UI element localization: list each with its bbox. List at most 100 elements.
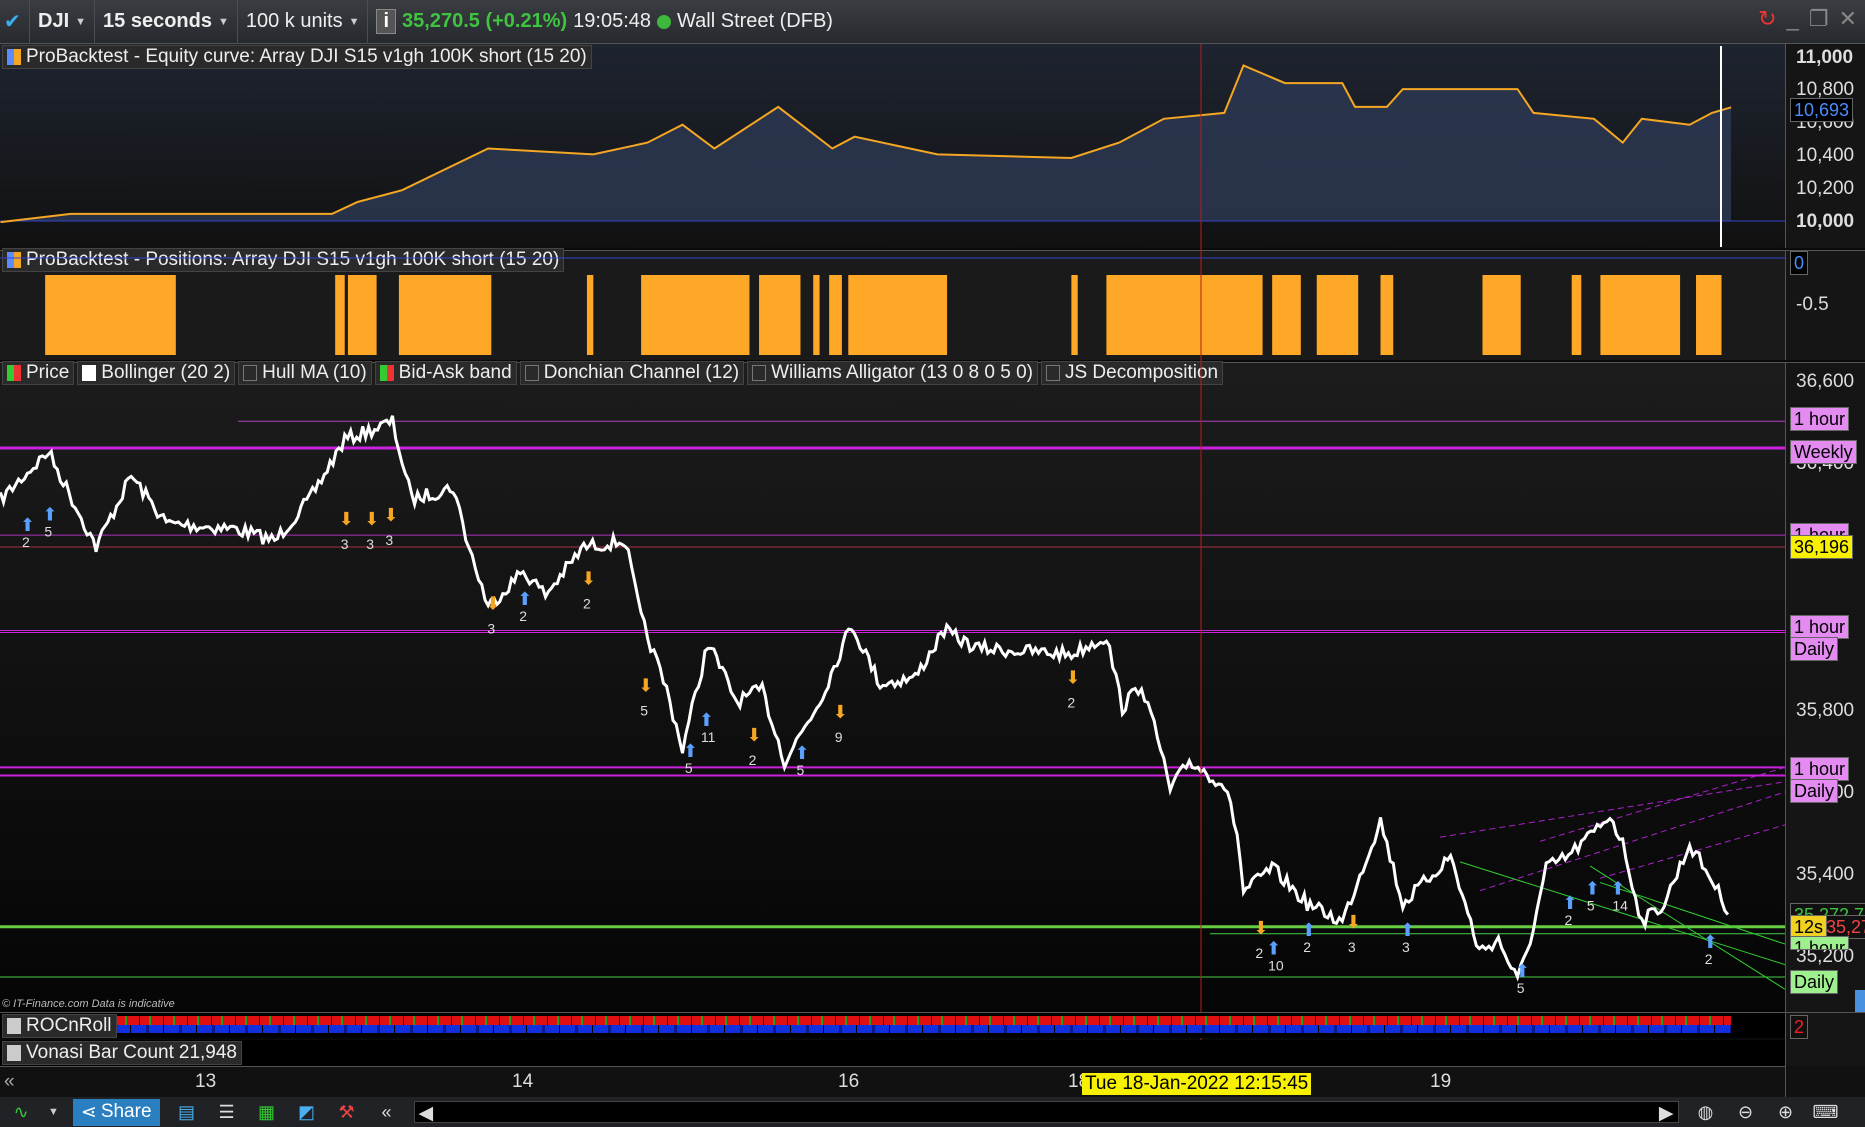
arrow-up-icon: ⬆: [1703, 932, 1718, 953]
vonasi-axis: [1785, 1040, 1865, 1066]
axis-tick: 11,000: [1796, 47, 1854, 68]
price-axis[interactable]: 36,600 36,400 35,800 35,600 35,400 35,20…: [1785, 362, 1865, 1012]
signal-count-label: 2: [583, 596, 591, 612]
level-tag-1hour: 1 hour: [1790, 407, 1850, 431]
chevron-down-icon[interactable]: ▼: [48, 1106, 59, 1118]
share-button[interactable]: ⋖ Share: [72, 1098, 160, 1126]
arrow-down-icon: ⬇: [747, 725, 762, 746]
zoom-in-icon[interactable]: ⊕: [1773, 1100, 1799, 1124]
time-label: 16: [838, 1071, 860, 1092]
arrow-up-icon: ⬆: [1585, 879, 1600, 900]
level-tag-daily: Daily: [1790, 970, 1839, 994]
document-icon[interactable]: ▤: [174, 1100, 200, 1124]
rocnroll-value: 2: [1790, 1015, 1809, 1039]
signal-count-label: 3: [341, 536, 349, 552]
signal-count-label: 5: [1587, 898, 1595, 914]
position-bar: [347, 275, 377, 355]
order-list-icon[interactable]: ☰: [214, 1100, 240, 1124]
arrow-down-icon: ⬇: [485, 593, 500, 614]
signal-count-label: 2: [1705, 951, 1713, 967]
position-bar: [1571, 275, 1582, 355]
position-bar: [1482, 275, 1521, 355]
arrow-down-icon: ⬇: [1065, 667, 1080, 688]
axis-tick: 36,600: [1796, 371, 1855, 392]
position-bar: [1071, 275, 1078, 355]
signal-count-label: 3: [1348, 939, 1356, 955]
axis-tick: 10,400: [1796, 145, 1855, 166]
positions-axis[interactable]: 0 -0.5: [1785, 250, 1865, 360]
arrow-up-icon: ⬆: [1563, 893, 1578, 914]
horizontal-scrollbar[interactable]: ◀ ▶: [413, 1101, 1679, 1125]
level-tag-1hour: 1 hour: [1790, 615, 1850, 639]
level-tag-weekly: Weekly: [1790, 440, 1857, 464]
indicator-wave-icon[interactable]: ∿: [8, 1100, 34, 1124]
vonasi-panel[interactable]: [0, 1040, 1785, 1066]
axis-tick: 10,000: [1796, 211, 1855, 232]
position-bar: [45, 275, 176, 355]
minimize-icon[interactable]: _: [1787, 6, 1799, 32]
legend-label: ROCnRoll: [26, 1015, 112, 1036]
position-bar: [641, 275, 750, 355]
position-bar: [1600, 275, 1681, 355]
arrow-up-icon: ⬆: [1610, 879, 1625, 900]
arrow-up-icon: ⬆: [794, 743, 809, 764]
position-bar: [398, 275, 492, 355]
arrow-down-icon: ⬇: [1346, 912, 1361, 933]
level-tag-1hour: 1 hour: [1790, 757, 1850, 781]
signal-count-label: 2: [1565, 912, 1573, 928]
axis-tick: 10,200: [1796, 178, 1855, 199]
position-bar: [586, 275, 594, 355]
zoom-out-icon[interactable]: ⊖: [1733, 1100, 1759, 1124]
signal-count-label: 2: [1067, 694, 1075, 710]
signal-count-label: 10: [1268, 957, 1284, 973]
restore-icon[interactable]: ❐: [1809, 6, 1829, 32]
vonasi-legend[interactable]: Vonasi Bar Count 21,948: [2, 1041, 242, 1065]
signal-count-label: 2: [1303, 939, 1311, 955]
order-book-icon[interactable]: ▦: [254, 1100, 280, 1124]
signal-count-label: 5: [685, 760, 693, 776]
signal-count-label: 5: [640, 702, 648, 718]
arrow-down-icon: ⬇: [1253, 918, 1268, 939]
tools-icon[interactable]: ⚒: [334, 1100, 360, 1124]
trend-line: [1439, 781, 1785, 838]
signal-count-label: 2: [749, 752, 757, 768]
position-bar: [1272, 275, 1301, 355]
signal-count-label: 3: [385, 532, 393, 548]
keyboard-icon[interactable]: ⌨: [1813, 1100, 1839, 1124]
rocnroll-panel[interactable]: [0, 1012, 1785, 1038]
scroll-right-arrow-icon[interactable]: ▶: [1659, 1102, 1674, 1125]
time-label: 19: [1430, 1071, 1452, 1092]
zoom-options-icon[interactable]: ◍: [1693, 1100, 1719, 1124]
level-tag-daily: Daily: [1790, 637, 1839, 661]
arrow-up-icon: ⬆: [1301, 920, 1316, 941]
signal-count-label: 5: [44, 524, 52, 540]
equity-current-tag: 10,693: [1790, 98, 1854, 122]
time-label: 14: [512, 1071, 534, 1092]
close-icon[interactable]: ✕: [1839, 6, 1857, 32]
collapse-icon[interactable]: «: [374, 1100, 400, 1124]
scroll-left-arrow-icon[interactable]: ◀: [419, 1102, 434, 1125]
scroll-left-icon[interactable]: «: [4, 1071, 15, 1093]
time-label: 13: [195, 1071, 217, 1092]
arrow-down-icon: ⬇: [364, 509, 379, 530]
signal-count-label: 11: [701, 729, 716, 745]
signal-count-label: 3: [366, 536, 374, 552]
rocnroll-axis: 2: [1785, 1012, 1865, 1040]
vonasi-value: 21,948: [178, 1042, 237, 1063]
position-bar: [1696, 275, 1722, 355]
position-bar: [1106, 275, 1263, 355]
position-bar: [759, 275, 801, 355]
arrow-down-icon: ⬇: [383, 505, 398, 526]
equity-axis[interactable]: 11,000 10,800 10,600 10,400 10,200 10,00…: [1785, 44, 1865, 248]
arrow-up-icon: ⬆: [699, 710, 714, 731]
charts-icon[interactable]: ◩: [294, 1100, 320, 1124]
rocnroll-legend[interactable]: ROCnRoll: [2, 1014, 117, 1038]
share-icon: ⋖: [80, 1101, 97, 1123]
signal-count-label: 3: [1402, 939, 1410, 955]
axis-tick: 35,400: [1796, 864, 1855, 885]
time-axis[interactable]: « 13 14 16 18 19 Tue 18-Jan-2022 12:15:4…: [0, 1066, 1785, 1097]
position-bar: [1316, 275, 1359, 355]
axis-tick: 35,800: [1796, 700, 1855, 721]
arrow-down-icon: ⬇: [638, 675, 653, 696]
position-bar: [813, 275, 820, 355]
